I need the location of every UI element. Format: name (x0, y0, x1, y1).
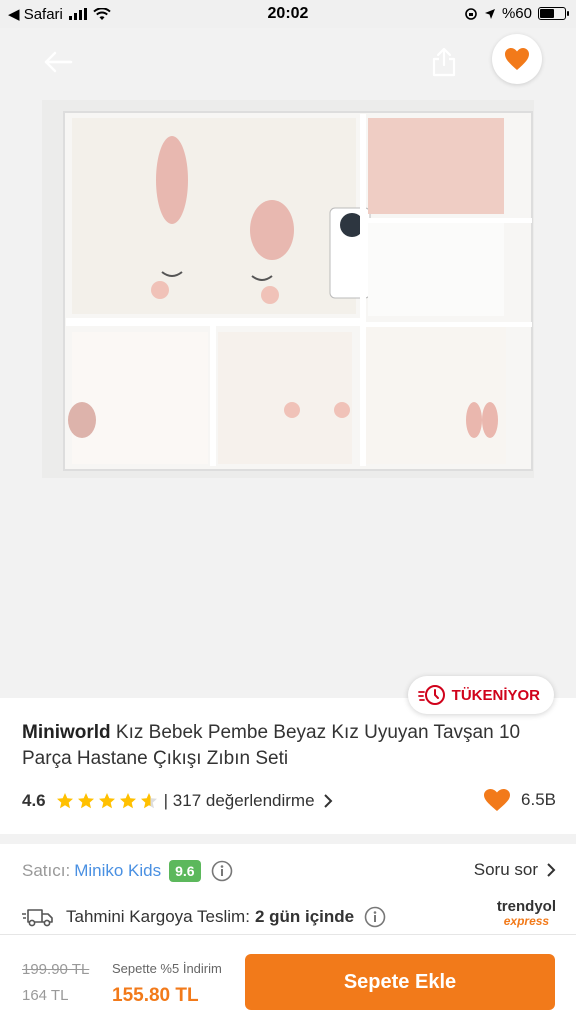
section-divider (0, 834, 576, 844)
ask-question-label: Soru sor (473, 860, 538, 879)
seller-label: Satıcı: (22, 861, 71, 880)
clock-icon (417, 685, 445, 705)
arrow-left-icon (44, 51, 73, 73)
favorite-button[interactable] (492, 34, 542, 84)
share-icon (432, 47, 456, 77)
star-icon (98, 793, 115, 809)
rating-score: 4.6 (22, 791, 46, 810)
star-icon (56, 793, 73, 809)
seller-row: Satıcı: Miniko Kids 9.6 Soru sor (22, 858, 556, 884)
star-icon (77, 793, 94, 809)
info-icon[interactable] (211, 860, 233, 882)
product-brand[interactable]: Miniworld (22, 722, 111, 743)
favorite-count: 6.5B (483, 788, 556, 812)
status-right: %60 (464, 5, 569, 22)
chevron-right-icon (323, 794, 332, 808)
stock-status-badge: TÜKENİYOR (407, 676, 554, 714)
info-icon[interactable] (364, 906, 386, 928)
heart-icon (505, 48, 529, 70)
seller-score-badge: 9.6 (169, 860, 201, 882)
logo-line2: express (503, 914, 550, 928)
ask-question-button[interactable]: Soru sor (474, 860, 556, 880)
orientation-lock-icon (465, 7, 477, 20)
stock-status-label: TÜKENİYOR (451, 686, 540, 704)
logo-line1: trendyol (496, 898, 556, 915)
cargo-row: Tahmini Kargoya Teslim: 2 gün içinde tre… (22, 899, 556, 930)
location-arrow-icon (484, 8, 495, 19)
list-price: 164 TL (22, 987, 69, 1004)
product-image[interactable] (42, 100, 534, 478)
truck-icon (22, 909, 53, 927)
battery-percent: %60 (501, 5, 532, 22)
product-title: Miniworld Kız Bebek Pembe Beyaz Kız Uyuy… (22, 720, 562, 772)
share-button[interactable] (424, 42, 464, 82)
discount-label: Sepette %5 İndirim (112, 961, 222, 976)
trendyol-express-logo: trendyol express (496, 898, 556, 928)
favorite-count-value: 6.5B (521, 790, 556, 809)
old-price: 199.90 TL (22, 961, 90, 978)
cargo-days: 2 gün içinde (254, 907, 355, 926)
star-icon (140, 793, 157, 809)
seller-name-link[interactable]: Miniko Kids (74, 861, 161, 881)
back-button[interactable] (36, 44, 80, 80)
battery-icon (538, 7, 569, 20)
rating-stars (56, 792, 158, 810)
product-gallery[interactable] (0, 28, 576, 698)
review-count-link[interactable]: | 317 değerlendirme (164, 791, 315, 811)
cargo-label: Tahmini Kargoya Teslim: (66, 907, 250, 926)
heart-icon (484, 789, 511, 811)
status-bar: ◀ Safari 20:02 %60 (0, 0, 576, 28)
chevron-right-icon (547, 863, 556, 877)
final-price: 155.80 TL (112, 985, 199, 1006)
star-icon (119, 793, 136, 809)
rating-row[interactable]: 4.6 | 317 değerlendirme 6.5B (22, 788, 556, 814)
bottom-bar: 199.90 TL 164 TL Sepette %5 İndirim 155.… (0, 934, 576, 1024)
add-to-cart-button[interactable]: Sepete Ekle (245, 954, 555, 1010)
